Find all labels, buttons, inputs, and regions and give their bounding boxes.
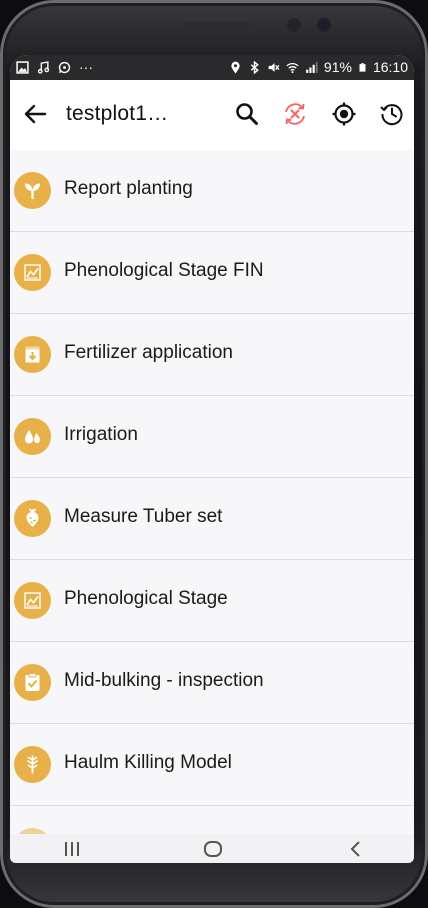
list-item-irrigation[interactable]: Irrigation: [10, 396, 414, 478]
list-icon-circle: [14, 418, 51, 455]
bluetooth-icon: [250, 60, 259, 74]
list-item-label: Irrigation: [64, 424, 138, 445]
status-bar: ··· 91% 16:10: [10, 55, 414, 80]
battery-percent: 91%: [323, 59, 352, 75]
page-title: testplot1…: [66, 102, 169, 125]
fertilizer-box-icon: [25, 346, 40, 363]
front-camera: [319, 20, 329, 30]
list-icon-circle: [14, 254, 51, 291]
recent-apps-icon[interactable]: [62, 840, 82, 858]
list-item-measure-tuber-set[interactable]: Measure Tuber set: [10, 478, 414, 560]
clipboard-check-icon: [25, 673, 40, 691]
location-target-icon[interactable]: [330, 100, 358, 128]
list-item-mid-bulking-inspection[interactable]: Mid-bulking - inspection: [10, 642, 414, 724]
history-icon[interactable]: [378, 100, 406, 128]
list-item-fertilizer-application[interactable]: Fertilizer application: [10, 314, 414, 396]
task-list: Report planting Phenological Stage FIN F…: [10, 150, 414, 863]
list-icon-circle: [14, 746, 51, 783]
list-item-label: Measure Tuber set: [64, 506, 223, 527]
location-pin-icon: [231, 61, 240, 73]
screen: ··· 91% 16:10 testplot1… Report planting…: [10, 55, 414, 863]
phone-frame: ··· 91% 16:10 testplot1… Report planting…: [0, 0, 428, 908]
home-icon[interactable]: [202, 840, 224, 858]
chart-icon: [24, 264, 41, 281]
list-icon-circle: [14, 336, 51, 373]
plant-stem-icon: [27, 755, 38, 774]
list-item-label: Report planting: [64, 178, 193, 199]
list-icon-circle: [14, 500, 51, 537]
gallery-icon: [16, 60, 29, 74]
back-arrow-icon[interactable]: [22, 100, 50, 128]
front-sensor: [287, 18, 301, 32]
sync-error-icon[interactable]: [281, 100, 309, 128]
list-icon-circle: [14, 172, 51, 209]
list-icon-circle: [14, 582, 51, 619]
list-item-label: Phenological Stage: [64, 588, 228, 609]
list-item-label: Phenological Stage FIN: [64, 260, 264, 281]
app-bar: testplot1…: [10, 80, 414, 150]
chart-icon: [24, 592, 41, 609]
list-item-label: Mid-bulking - inspection: [64, 670, 264, 691]
back-nav-icon[interactable]: [346, 840, 366, 858]
mute-icon: [268, 62, 280, 72]
list-item-phenological-stage[interactable]: Phenological Stage: [10, 560, 414, 642]
search-icon[interactable]: [233, 100, 261, 128]
list-item-report-planting[interactable]: Report planting: [10, 150, 414, 232]
list-icon-circle: [14, 664, 51, 701]
list-item-label: Haulm Killing Model: [64, 752, 232, 773]
water-drops-icon: [25, 430, 40, 444]
status-time: 16:10: [372, 59, 408, 75]
sprout-icon: [25, 183, 40, 199]
list-item-label: Fertilizer application: [64, 342, 233, 363]
tuber-icon: [26, 508, 39, 527]
signal-icon: [306, 61, 318, 73]
list-item-haulm-killing-model[interactable]: Haulm Killing Model: [10, 724, 414, 806]
wifi-icon: [286, 62, 299, 73]
system-nav-bar: [10, 834, 414, 863]
status-more-dots: ···: [79, 59, 93, 75]
music-note-icon: [37, 60, 50, 74]
list-item-phenological-stage-fin[interactable]: Phenological Stage FIN: [10, 232, 414, 314]
whatsapp-icon: [58, 61, 71, 73]
battery-icon: [359, 62, 366, 72]
earpiece-speaker: [182, 22, 254, 29]
